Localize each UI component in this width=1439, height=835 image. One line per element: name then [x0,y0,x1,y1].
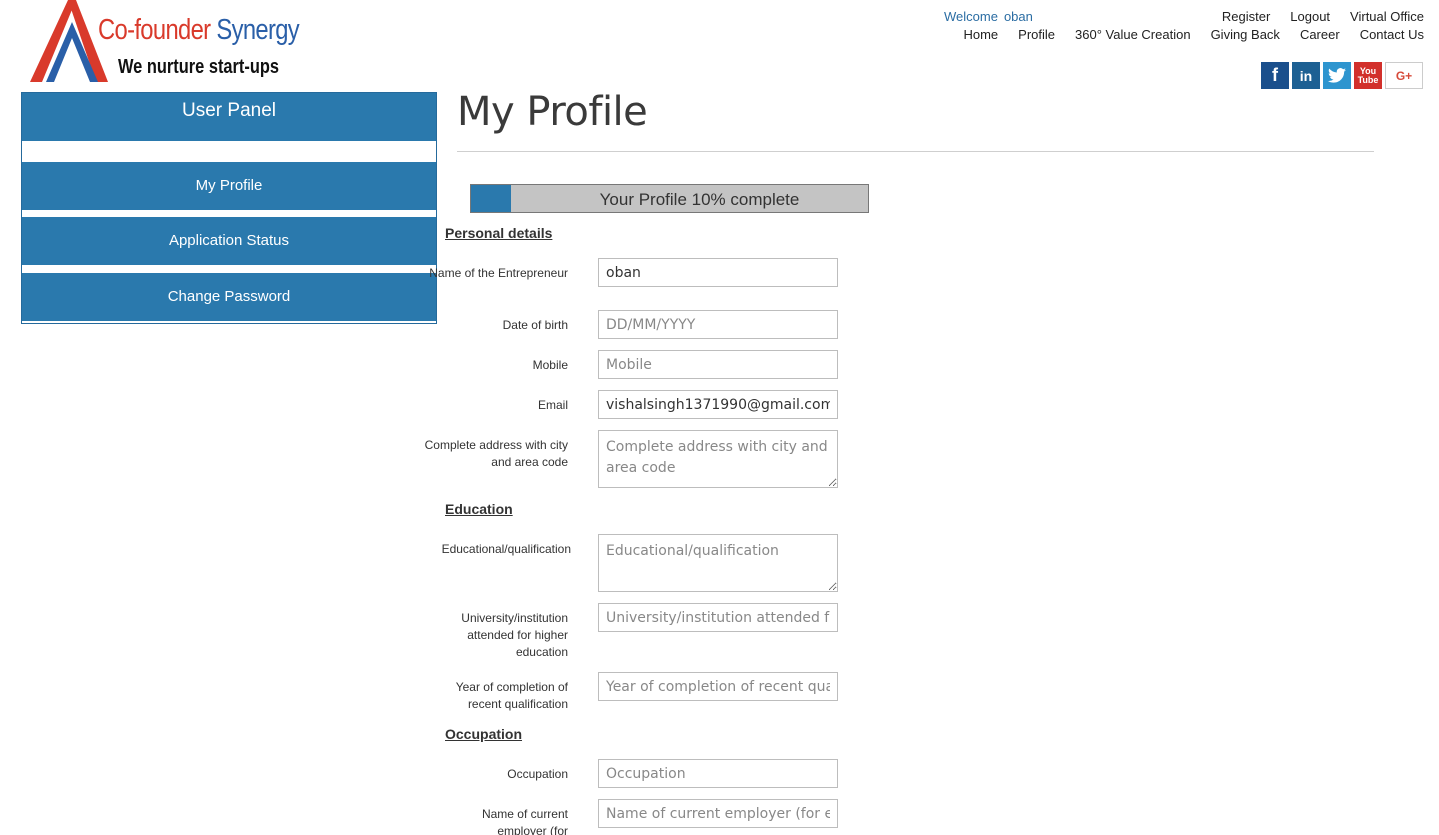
social-links: f in You Tube G+ [1261,62,1423,89]
twitter-bird-icon [1328,68,1346,83]
nav-home-link[interactable]: Home [963,27,998,42]
nav-row-account: Register Logout Virtual Office [1222,9,1424,24]
nav-register-link[interactable]: Register [1222,9,1270,24]
nav-virtual-office-link[interactable]: Virtual Office [1350,9,1424,24]
section-occupation: Occupation [445,726,523,742]
label-email: Email [537,398,568,412]
occupation-field[interactable] [598,759,838,788]
nav-value-creation-link[interactable]: 360° Value Creation [1075,27,1191,42]
employer-field[interactable] [598,799,838,828]
education-field[interactable] [598,534,838,592]
nav-logout-link[interactable]: Logout [1290,9,1330,24]
logo-tagline: We nurture start-ups [118,56,279,78]
user-panel-sidebar: User Panel My Profile Application Status… [21,92,437,324]
address-field[interactable] [598,430,838,488]
email-field[interactable] [598,390,838,419]
linkedin-icon[interactable]: in [1292,62,1320,89]
dob-field[interactable] [598,310,838,339]
label-education: Educational/qualification [441,542,571,556]
label-university: University/institution attended for high… [461,611,568,659]
profile-progress-bar: Your Profile 10% complete [470,184,869,213]
sidebar-item-my-profile[interactable]: My Profile [22,162,436,210]
welcome-username[interactable]: oban [1004,9,1033,24]
site-logo[interactable]: Co-founder Synergy We nurture start-ups [28,0,300,84]
label-dob: Date of birth [502,318,568,332]
welcome-message: Welcome oban [944,9,1033,24]
sidebar-item-application-status[interactable]: Application Status [22,217,436,265]
mobile-field[interactable] [598,350,838,379]
label-employer: Name of current employer (for [481,807,568,835]
label-name: Name of the Entrepreneur [429,266,568,280]
title-divider [457,151,1374,152]
nav-profile-link[interactable]: Profile [1018,27,1055,42]
name-field[interactable] [598,258,838,287]
label-address: Complete address with city and area code [424,438,568,469]
nav-career-link[interactable]: Career [1300,27,1340,42]
section-personal-details: Personal details [445,225,553,241]
section-education: Education [445,501,513,517]
logo-roof-icon [30,0,108,82]
sidebar-item-change-password[interactable]: Change Password [22,273,436,321]
nav-contact-link[interactable]: Contact Us [1360,27,1424,42]
label-occupation: Occupation [507,767,568,781]
university-field[interactable] [598,603,838,632]
nav-giving-back-link[interactable]: Giving Back [1211,27,1280,42]
year-field[interactable] [598,672,838,701]
user-panel-title: User Panel [22,93,436,141]
page-title: My Profile [457,89,648,135]
googleplus-icon[interactable]: G+ [1385,62,1423,89]
twitter-icon[interactable] [1323,62,1351,89]
label-mobile: Mobile [532,358,568,372]
progress-text: Your Profile 10% complete [599,190,800,209]
label-year: Year of completion of recent qualificati… [455,680,568,711]
logo-title: Co-founder Synergy [98,14,300,46]
nav-row-main: Home Profile 360° Value Creation Giving … [963,27,1424,42]
facebook-icon[interactable]: f [1261,62,1289,89]
welcome-label: Welcome [944,9,998,24]
youtube-icon[interactable]: You Tube [1354,62,1382,89]
